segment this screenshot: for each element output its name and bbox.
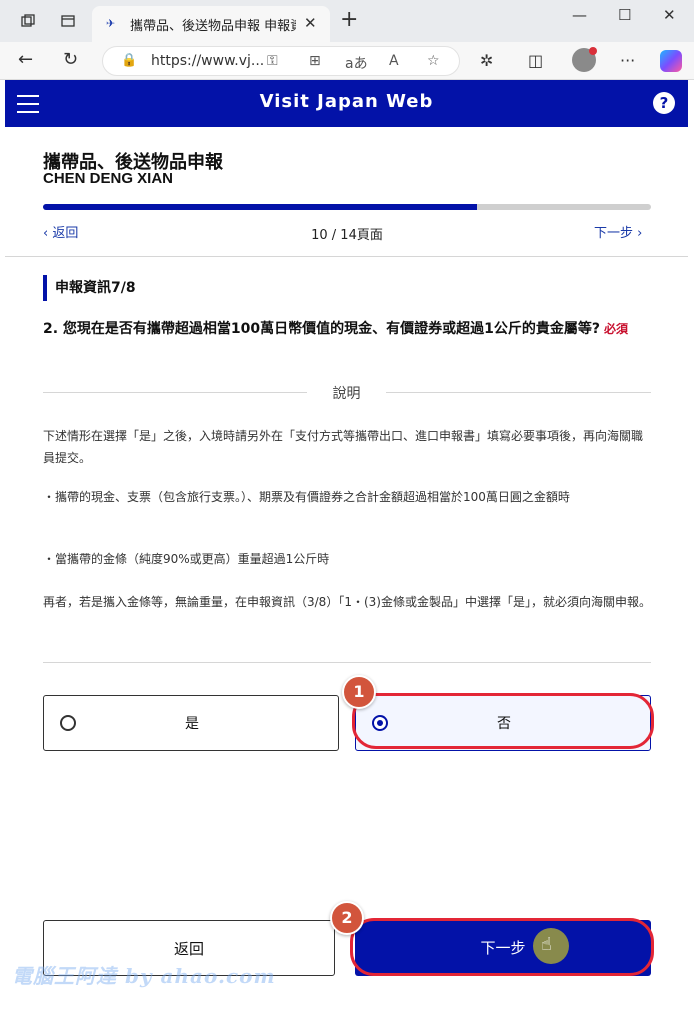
profile-avatar[interactable] bbox=[572, 47, 597, 72]
help-icon[interactable]: ? bbox=[653, 92, 675, 114]
progress-fill bbox=[43, 204, 478, 210]
browser-toolbar: ← ↻ 🔒 https://www.vj... ⚿ ⊞ aあ A ☆ ✲ ◫ ·… bbox=[0, 42, 694, 80]
hand-cursor-icon: ☝ bbox=[541, 934, 552, 955]
tab-workspace-icon[interactable] bbox=[60, 13, 76, 29]
section-label: 申報資訊7/8 bbox=[43, 275, 136, 301]
refresh-icon[interactable]: ↻ bbox=[63, 50, 78, 70]
choice-yes-label: 是 bbox=[185, 716, 199, 732]
lock-icon[interactable]: 🔒 bbox=[121, 53, 137, 68]
divider bbox=[43, 392, 307, 393]
url-text: https://www.vj... bbox=[151, 53, 265, 69]
watermark: 電腦王阿達 by ahao.com bbox=[12, 964, 276, 988]
explanation-paragraph: ・攜帶的現金、支票（包含旅行支票。）、期票及有價證券之合計金額超過相當於100萬… bbox=[43, 490, 570, 504]
browser-tab-bar: ✈ 攜帶品、後送物品申報 申報資訊 ✕ + — ☐ ✕ bbox=[0, 0, 694, 42]
question-text: 2. 您現在是否有攜帶超過相當100萬日幣價值的現金、有價證券或超過1公斤的貴金… bbox=[43, 318, 653, 340]
site-header: Visit Japan Web ? bbox=[5, 80, 688, 127]
key-icon[interactable]: ⚿ bbox=[267, 53, 278, 69]
required-badge: 必須 bbox=[604, 322, 629, 336]
read-aloud-icon[interactable]: aあ bbox=[345, 53, 368, 73]
annotation-highlight bbox=[350, 918, 654, 976]
chevron-right-icon: › bbox=[633, 226, 643, 241]
annotation-badge: 1 bbox=[342, 675, 376, 709]
traveler-name: CHEN DENG XIAN bbox=[43, 170, 174, 187]
tab-title: 攜帶品、後送物品申報 申報資訊 bbox=[130, 19, 296, 34]
annotation-highlight bbox=[352, 693, 654, 749]
question-body: 2. 您現在是否有攜帶超過相當100萬日幣價值的現金、有價證券或超過1公斤的貴金… bbox=[43, 321, 601, 337]
site-title: Visit Japan Web bbox=[259, 91, 434, 112]
minimize-button[interactable]: — bbox=[572, 6, 587, 24]
extensions-icon[interactable]: ✲ bbox=[480, 51, 493, 70]
page-counter: 10 / 14頁面 bbox=[311, 228, 383, 243]
active-tab[interactable]: ✈ 攜帶品、後送物品申報 申報資訊 ✕ bbox=[92, 6, 330, 42]
divider bbox=[386, 392, 651, 393]
address-bar[interactable]: 🔒 https://www.vj... ⚿ ⊞ aあ A ☆ bbox=[102, 46, 460, 76]
next-link[interactable]: 下一步 › bbox=[594, 222, 642, 241]
explanation-paragraph: ・當攜帶的金條（純度90%或更高）重量超過1公斤時 bbox=[43, 552, 330, 566]
explanation-paragraph: 下述情形在選擇「是」之後，入境時請另外在「支付方式等攜帶出口、進口申報書」填寫必… bbox=[43, 429, 644, 465]
progress-bar bbox=[43, 204, 651, 210]
favorite-star-icon[interactable]: ☆ bbox=[427, 53, 440, 69]
new-tab-button[interactable]: + bbox=[340, 9, 358, 31]
explanation-paragraph: 再者，若是攜入金條等，無論重量，在申報資訊（3/8）「1・(3)金條或金製品」中… bbox=[43, 595, 651, 609]
next-link-label: 下一步 bbox=[594, 226, 634, 241]
choice-yes[interactable]: 是 bbox=[43, 695, 339, 751]
maximize-button[interactable]: ☐ bbox=[618, 6, 631, 24]
explanation-title: 說明 bbox=[332, 386, 361, 402]
divider bbox=[5, 256, 688, 257]
tab-actions-icon[interactable] bbox=[20, 13, 36, 29]
split-screen-icon[interactable]: ◫ bbox=[528, 51, 543, 70]
annotation-badge: 2 bbox=[330, 901, 364, 935]
copilot-icon[interactable] bbox=[660, 50, 682, 72]
more-icon[interactable]: ··· bbox=[620, 51, 635, 70]
tab-favicon-icon: ✈ bbox=[106, 17, 116, 30]
notification-dot bbox=[589, 47, 597, 55]
close-window-button[interactable]: ✕ bbox=[663, 6, 676, 24]
divider bbox=[43, 662, 651, 663]
immersive-reader-icon[interactable]: A bbox=[389, 53, 399, 69]
back-icon[interactable]: ← bbox=[18, 50, 33, 70]
apps-icon[interactable]: ⊞ bbox=[309, 53, 321, 69]
tab-close-icon[interactable]: ✕ bbox=[304, 14, 317, 32]
